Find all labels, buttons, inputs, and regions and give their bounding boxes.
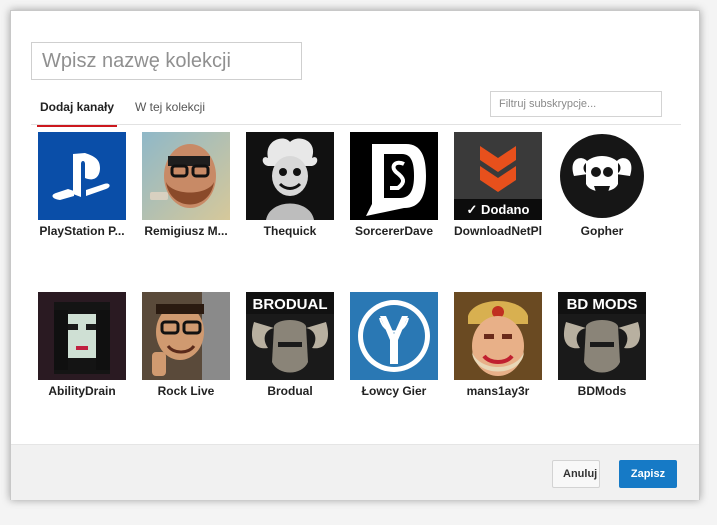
channel-tile-lowcygier[interactable]: Łowcy Gier <box>340 292 448 398</box>
channel-banner: BRODUAL <box>253 296 328 313</box>
channel-avatar: BD MODS <box>558 292 646 380</box>
channel-avatar <box>350 132 438 220</box>
tab-add-channels[interactable]: Dodaj kanały <box>37 96 117 127</box>
channel-name: Rock Live <box>157 384 215 398</box>
channel-name: PlayStation P... <box>39 224 125 238</box>
channel-tile-abilitydrain[interactable]: AbilityDrain <box>28 292 136 398</box>
channel-tile-gopher[interactable]: Gopher <box>548 132 656 238</box>
cancel-button[interactable]: Anuluj <box>552 460 600 488</box>
added-badge: ✓ Dodano <box>454 199 542 220</box>
channel-name: Brodual <box>267 384 313 398</box>
collection-dialog: Dodaj kanały W tej kolekcji PlayStation … <box>10 10 700 500</box>
sd-monogram-logo-icon <box>350 132 438 220</box>
channel-avatar <box>38 292 126 380</box>
channel-tile-playstation[interactable]: PlayStation P... <box>28 132 136 238</box>
channel-tile-mans1ay3r[interactable]: mans1ay3r <box>444 292 552 398</box>
skyrim-helmet-bdmods-icon: BD MODS <box>558 292 646 380</box>
channel-name: Remigiusz M... <box>144 224 228 238</box>
channel-avatar <box>350 292 438 380</box>
channel-name: mans1ay3r <box>466 384 530 398</box>
channel-avatar <box>454 292 542 380</box>
tab-in-collection[interactable]: W tej kolekcji <box>135 96 205 124</box>
channel-tile-thequick[interactable]: Thequick <box>236 132 344 238</box>
channel-name: Thequick <box>263 224 317 238</box>
channel-avatar <box>38 132 126 220</box>
channel-tile-remigiusz[interactable]: Remigiusz M... <box>132 132 240 238</box>
channel-tile-brodual[interactable]: BRODUAL Brodual <box>236 292 344 398</box>
channel-name: Gopher <box>580 224 624 238</box>
channel-tile-rocklive[interactable]: Rock Live <box>132 292 240 398</box>
pixel-art-woman-icon <box>38 292 126 380</box>
channel-avatar <box>246 132 334 220</box>
channel-banner: BD MODS <box>567 296 638 313</box>
playstation-logo-icon <box>38 132 126 220</box>
save-button[interactable]: Zapisz <box>619 460 677 488</box>
channel-avatar: BRODUAL <box>246 292 334 380</box>
slingshot-logo-icon <box>350 292 438 380</box>
dialog-footer: Anuluj Zapisz <box>11 444 699 500</box>
man-with-glasses-photo-icon <box>142 292 230 380</box>
channel-name: Łowcy Gier <box>361 384 427 398</box>
channel-name: BDMods <box>577 384 627 398</box>
filter-subscriptions-input[interactable] <box>490 91 662 117</box>
skyrim-helmet-brodual-icon: BRODUAL <box>246 292 334 380</box>
channel-name: DownloadNetPl <box>453 224 542 238</box>
channel-name: AbilityDrain <box>48 384 116 398</box>
channel-tile-downloadnetpl[interactable]: ✓ Dodano DownloadNetPl <box>444 132 552 238</box>
ram-skull-logo-icon <box>558 132 646 220</box>
collection-name-input[interactable] <box>31 42 302 80</box>
channel-avatar: ✓ Dodano <box>454 132 542 220</box>
channel-tile-bdmods[interactable]: BD MODS BDMods <box>548 292 656 398</box>
einstein-caricature-icon <box>246 132 334 220</box>
channel-avatar <box>142 132 230 220</box>
channel-avatar <box>558 132 646 220</box>
bearded-man-photo-icon <box>142 132 230 220</box>
channel-tile-sorcererdave[interactable]: SorcererDave <box>340 132 448 238</box>
warrior-portrait-icon <box>454 292 542 380</box>
channel-avatar <box>142 292 230 380</box>
tabs-divider <box>31 124 681 125</box>
channel-name: SorcererDave <box>354 224 434 238</box>
